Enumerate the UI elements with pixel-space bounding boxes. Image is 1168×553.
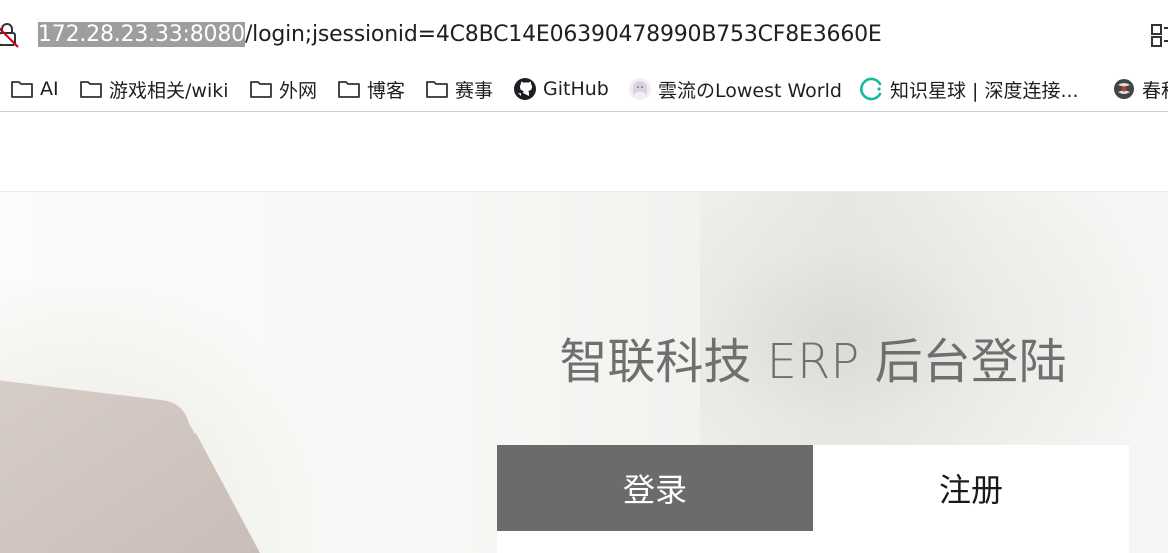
folder-icon	[250, 81, 272, 98]
folder-icon	[80, 81, 102, 98]
bookmark-lowest-world[interactable]: 雲流のLowest World	[628, 68, 842, 110]
bookmark-zsxq[interactable]: 知识星球 | 深度连接...	[860, 68, 1079, 110]
reader-mode-icon[interactable]	[1150, 22, 1168, 48]
bookmark-label: 博客	[367, 79, 406, 102]
bookmark-ai[interactable]: AI	[10, 68, 59, 110]
address-bar: 172.28.23.33:8080/login;jsessionid=4C8BC…	[0, 0, 1168, 68]
bookmark-label: AI	[40, 78, 59, 100]
bookmark-events[interactable]: 赛事	[425, 68, 493, 110]
laptop-image	[0, 377, 260, 553]
bookmark-label: 知识星球 | 深度连接...	[890, 79, 1079, 102]
url-host: 172.28.23.33:8080	[38, 22, 245, 47]
folder-icon	[338, 81, 360, 98]
page-title: 智联科技 ERP 后台登陆	[559, 334, 1067, 390]
login-form-area	[497, 531, 1129, 553]
zsxq-icon	[860, 77, 882, 101]
bookmark-label: 游戏相关/wiki	[109, 79, 229, 102]
url-path: /login;jsessionid=4C8BC14E06390478990B75…	[244, 22, 882, 47]
url-field[interactable]: 172.28.23.33:8080/login;jsessionid=4C8BC…	[38, 19, 882, 51]
bookmark-label: 春秋	[1142, 79, 1168, 102]
bookmark-games-wiki[interactable]: 游戏相关/wiki	[79, 68, 229, 110]
bookmark-foreign-net[interactable]: 外网	[249, 68, 317, 110]
login-register-tabs: 登录 注册	[497, 445, 1129, 531]
bookmark-label: 赛事	[455, 79, 494, 102]
bookmark-label: GitHub	[543, 78, 609, 100]
bookmark-label: 雲流のLowest World	[658, 79, 842, 102]
insecure-lock-icon[interactable]	[0, 21, 22, 49]
folder-icon	[426, 81, 448, 98]
bookmark-github[interactable]: GitHub	[513, 68, 609, 110]
avatar-icon	[629, 78, 651, 100]
bookmark-blog[interactable]: 博客	[337, 68, 405, 110]
bookmark-label: 外网	[279, 79, 318, 102]
folder-icon	[11, 81, 33, 98]
tab-register[interactable]: 注册	[813, 445, 1129, 531]
site-icon	[1114, 79, 1134, 99]
github-icon	[514, 78, 536, 100]
bookmarks-bar: AI 游戏相关/wiki 外网 博客 赛事 GitHub 雲流のLowest W…	[0, 68, 1168, 112]
tab-login[interactable]: 登录	[497, 445, 813, 531]
bookmark-chunqiu[interactable]: 春秋	[1112, 68, 1168, 110]
page-header	[0, 113, 1168, 192]
